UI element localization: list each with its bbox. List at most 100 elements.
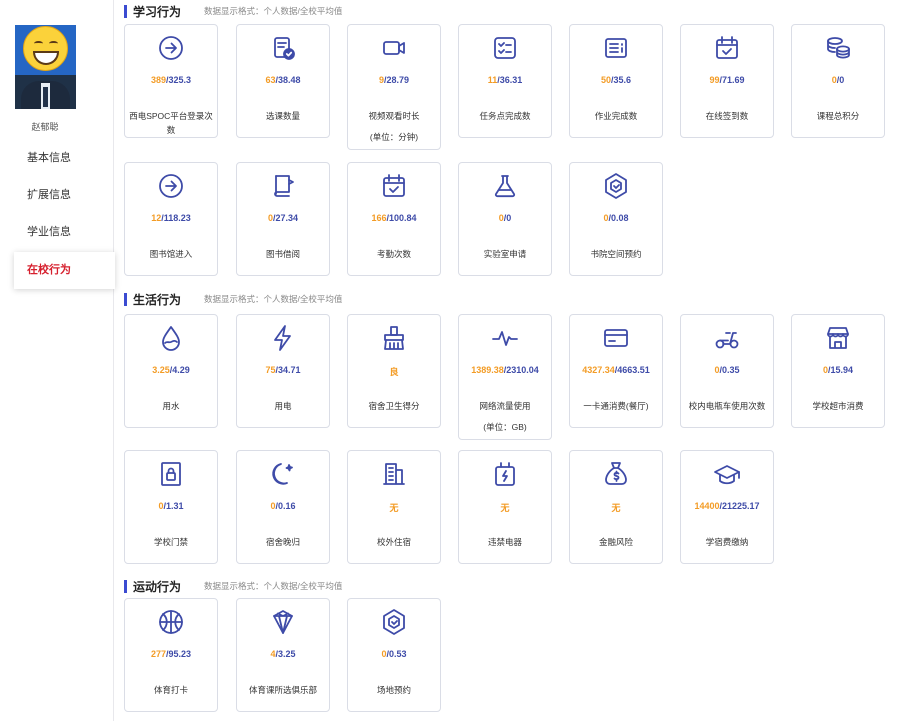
- metric-card[interactable]: 0/0 课程总积分: [791, 24, 885, 138]
- menu-item-campus-behavior[interactable]: 在校行为: [14, 252, 115, 289]
- sidebar: 赵郁聪 基本信息 扩展信息 学业信息 在校行为: [0, 0, 115, 721]
- metric-card[interactable]: 0/0.53 场地预约: [347, 598, 441, 712]
- metric-label: 书院空间预约: [590, 249, 642, 259]
- school-average-value: /35.6: [610, 75, 632, 85]
- metric-card[interactable]: 0/0.35 校内电瓶车使用次数: [680, 314, 774, 428]
- section-hint: 数据显示格式：个人数据/全校平均值: [204, 6, 343, 16]
- school-average-value: /34.71: [275, 365, 301, 375]
- metric-unit: (单位：分钟): [369, 132, 419, 142]
- metric-value: 0/0: [459, 213, 551, 223]
- metric-value: 4327.34/4663.51: [570, 365, 662, 375]
- personal-value: 50: [600, 75, 611, 85]
- metric-card[interactable]: 无违禁电器: [458, 450, 552, 564]
- personal-value: 12: [151, 213, 162, 223]
- metric-card[interactable]: 0/0.16 宿舍晚归: [236, 450, 330, 564]
- metric-card[interactable]: 0/15.94 学校超市消费: [791, 314, 885, 428]
- metric-card[interactable]: 389/325.3 西电SPOC平台登录次数: [124, 24, 218, 138]
- metric-card[interactable]: 无金融风险: [569, 450, 663, 564]
- homework-list-icon: [570, 33, 662, 63]
- metric-card[interactable]: 50/35.6 作业完成数: [569, 24, 663, 138]
- metric-card[interactable]: 0/0 实验室申请: [458, 162, 552, 276]
- metric-label: 选课数量: [265, 111, 300, 121]
- school-average-value: /21225.17: [719, 501, 760, 511]
- metric-card[interactable]: 99/71.69 在线签到数: [680, 24, 774, 138]
- personal-value: 4327.34: [582, 365, 615, 375]
- menu-item-extended-info[interactable]: 扩展信息: [0, 177, 114, 214]
- school-average-value: /15.94: [827, 365, 854, 375]
- building-icon: [348, 459, 440, 489]
- metric-card[interactable]: 11/36.31 任务点完成数: [458, 24, 552, 138]
- metric-label: 校外住宿: [376, 537, 411, 547]
- school-average-value: /0: [836, 75, 845, 85]
- metric-label: 用水: [162, 401, 180, 411]
- personal-value: 277: [150, 649, 166, 659]
- metric-value: 9/28.79: [348, 75, 440, 85]
- metric-label: 场地预约: [376, 685, 411, 695]
- menu-item-basic-info[interactable]: 基本信息: [0, 140, 114, 177]
- metric-value: 无: [459, 501, 551, 514]
- personal-value: 无: [389, 503, 399, 513]
- metric-card[interactable]: 无校外住宿: [347, 450, 441, 564]
- broom-icon: [348, 323, 440, 353]
- metric-value: 11/36.31: [459, 75, 551, 85]
- pulse-wave-icon: [459, 323, 551, 353]
- section-hint: 数据显示格式：个人数据/全校平均值: [204, 581, 343, 591]
- metric-card[interactable]: 166/100.84 考勤次数: [347, 162, 441, 276]
- attendance-calendar-icon: [348, 171, 440, 201]
- arrow-circle-icon: [125, 171, 217, 201]
- section-title: 运动行为: [133, 579, 182, 594]
- metric-label: 用电: [274, 401, 292, 411]
- menu-item-academic-info[interactable]: 学业信息: [0, 214, 114, 251]
- school-average-value: /38.48: [275, 75, 301, 85]
- metric-card[interactable]: 4/3.25 体育课所选俱乐部: [236, 598, 330, 712]
- school-average-value: /28.79: [383, 75, 410, 85]
- personal-value: 63: [265, 75, 276, 85]
- metric-card[interactable]: 0/27.34 图书借阅: [236, 162, 330, 276]
- metric-card[interactable]: 14400/21225.17 学宿费缴纳: [680, 450, 774, 564]
- school-average-value: /0.53: [386, 649, 407, 659]
- metric-card[interactable]: 63/38.48 选课数量: [236, 24, 330, 138]
- metric-label: 金融风险: [598, 537, 633, 547]
- basketball-icon: [125, 607, 217, 637]
- metric-card[interactable]: 0/0.08 书院空间预约: [569, 162, 663, 276]
- metric-value: 63/38.48: [237, 75, 329, 85]
- metric-value: 75/34.71: [237, 365, 329, 375]
- moon-star-icon: [237, 459, 329, 489]
- metric-card[interactable]: 0/1.31 学校门禁: [124, 450, 218, 564]
- metric-card[interactable]: 12/118.23 图书馆进入: [124, 162, 218, 276]
- metric-value: 12/118.23: [125, 213, 217, 223]
- personal-value: 良: [389, 367, 399, 377]
- section-hint: 数据显示格式：个人数据/全校平均值: [204, 294, 343, 304]
- metric-card[interactable]: 良宿舍卫生得分: [347, 314, 441, 428]
- gate-lock-icon: [125, 459, 217, 489]
- metric-value: 0/1.31: [125, 501, 217, 511]
- metric-card[interactable]: 9/28.79 视频观看时长 (单位：分钟): [347, 24, 441, 150]
- diamond-badge-icon: [237, 607, 329, 637]
- metric-card[interactable]: 4327.34/4663.51 一卡通消费(餐厅): [569, 314, 663, 428]
- metric-card[interactable]: 1389.38/2310.04 网络流量使用 (单位：GB): [458, 314, 552, 440]
- selected-doc-icon: [237, 33, 329, 63]
- personal-value: 无: [500, 503, 510, 513]
- metric-value: 0/0.35: [681, 365, 773, 375]
- section-title: 学习行为: [133, 4, 182, 19]
- metric-label: 作业完成数: [594, 111, 638, 121]
- metric-value: 389/325.3: [125, 75, 217, 85]
- section-header-life: 生活行为 数据显示格式：个人数据/全校平均值: [124, 292, 343, 307]
- school-average-value: /3.25: [275, 649, 296, 659]
- metric-value: 14400/21225.17: [681, 501, 773, 511]
- section-header-study: 学习行为 数据显示格式：个人数据/全校平均值: [124, 4, 343, 19]
- school-average-value: /0.35: [719, 365, 740, 375]
- school-average-value: /325.3: [166, 75, 192, 85]
- shop-icon: [792, 323, 884, 353]
- task-checklist-icon: [459, 33, 551, 63]
- metric-label: 在线签到数: [705, 111, 749, 121]
- personal-value: 3.25: [152, 365, 170, 375]
- metric-card[interactable]: 277/95.23 体育打卡: [124, 598, 218, 712]
- metric-label: 学校门禁: [153, 537, 188, 547]
- metric-card[interactable]: 3.25/4.29 用水: [124, 314, 218, 428]
- metric-card[interactable]: 75/34.71 用电: [236, 314, 330, 428]
- metric-value: 277/95.23: [125, 649, 217, 659]
- plug-icon: [459, 459, 551, 489]
- section-marker: [124, 292, 127, 306]
- metric-label: 课程总积分: [816, 111, 860, 121]
